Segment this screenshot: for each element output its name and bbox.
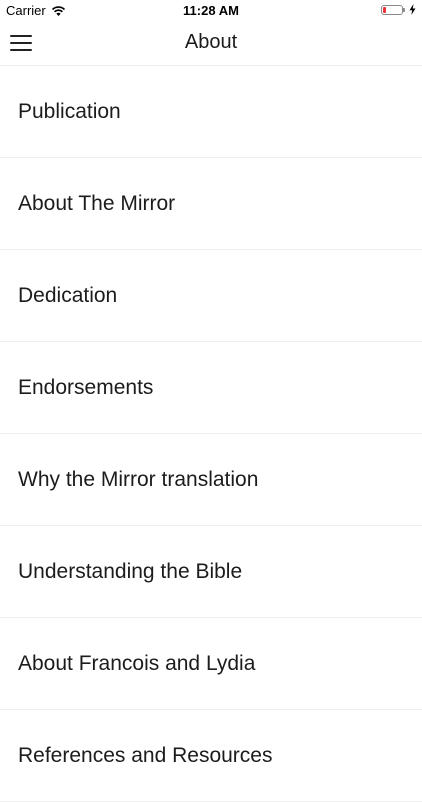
list-item[interactable]: About Francois and Lydia xyxy=(0,618,422,710)
list-item[interactable]: Dedication xyxy=(0,250,422,342)
list-item-label: Understanding the Bible xyxy=(18,559,243,583)
list-item-label: About The Mirror xyxy=(18,191,176,215)
list-item-label: Dedication xyxy=(18,283,118,307)
about-menu-list: Publication About The Mirror Dedication End… xyxy=(0,66,422,802)
list-item[interactable]: Publication xyxy=(0,66,422,158)
list-item[interactable]: Understanding the Bible xyxy=(0,526,422,618)
list-item-label: Publication xyxy=(18,99,121,123)
list-item-label: Endorsements xyxy=(18,375,154,399)
status-bar: Carrier 11:28 AM xyxy=(0,0,422,22)
battery-icon xyxy=(381,4,405,15)
list-item[interactable]: Endorsements xyxy=(0,342,422,434)
list-item-label: References and Resources xyxy=(18,743,273,767)
charging-bolt-icon xyxy=(409,4,416,15)
list-item[interactable]: About The Mirror xyxy=(0,158,422,250)
list-item-label: Why the Mirror translation xyxy=(18,467,259,491)
battery-level-fill xyxy=(383,6,386,13)
list-item-label: About Francois and Lydia xyxy=(18,651,256,675)
list-item[interactable]: References and Resources xyxy=(0,710,422,802)
navigation-bar: About xyxy=(0,22,422,66)
status-time: 11:28 AM xyxy=(183,3,239,18)
battery-indicator xyxy=(381,4,416,15)
list-item[interactable]: Why the Mirror translation xyxy=(0,434,422,526)
page-title: About xyxy=(184,31,238,53)
